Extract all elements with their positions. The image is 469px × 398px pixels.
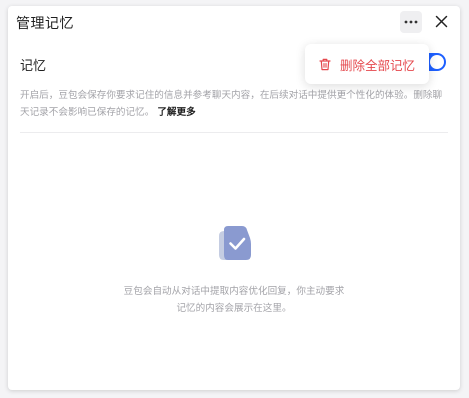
delete-all-memory-label: 删除全部记忆: [340, 57, 416, 73]
empty-state-text: 豆包会自动从对话中提取内容优化回复，你主动要求 记忆的内容会展示在这里。: [108, 283, 360, 317]
dialog-title: 管理记忆: [16, 16, 74, 32]
delete-all-memory-menu-item[interactable]: 删除全部记忆: [305, 44, 429, 84]
empty-state-line-2: 记忆的内容会展示在这里。: [176, 303, 292, 314]
more-horizontal-icon: [404, 20, 418, 24]
memory-section-label: 记忆: [20, 59, 47, 74]
section-divider: [20, 132, 448, 133]
trash-icon: [319, 58, 331, 70]
close-button[interactable]: [432, 12, 450, 30]
learn-more-link[interactable]: 了解更多: [157, 107, 195, 118]
toggle-knob: [430, 55, 444, 69]
memory-description: 开启后，豆包会保存你要求记住的信息并参考聊天内容，在后续对话中提供更个性化的体验…: [20, 87, 448, 121]
description-text: 开启后，豆包会保存你要求记住的信息并参考聊天内容，在后续对话中提供更个性化的体验…: [20, 90, 443, 118]
manage-memory-dialog: 管理记忆 记忆 开启后，豆包会保存你要求记住的信息并参考聊天内容，在后续对话中提…: [8, 6, 460, 390]
memory-check-icon: [219, 226, 251, 260]
empty-state-line-1: 豆包会自动从对话中提取内容优化回复，你主动要求: [123, 286, 345, 297]
more-options-button[interactable]: [400, 11, 422, 33]
close-icon: [435, 15, 447, 27]
